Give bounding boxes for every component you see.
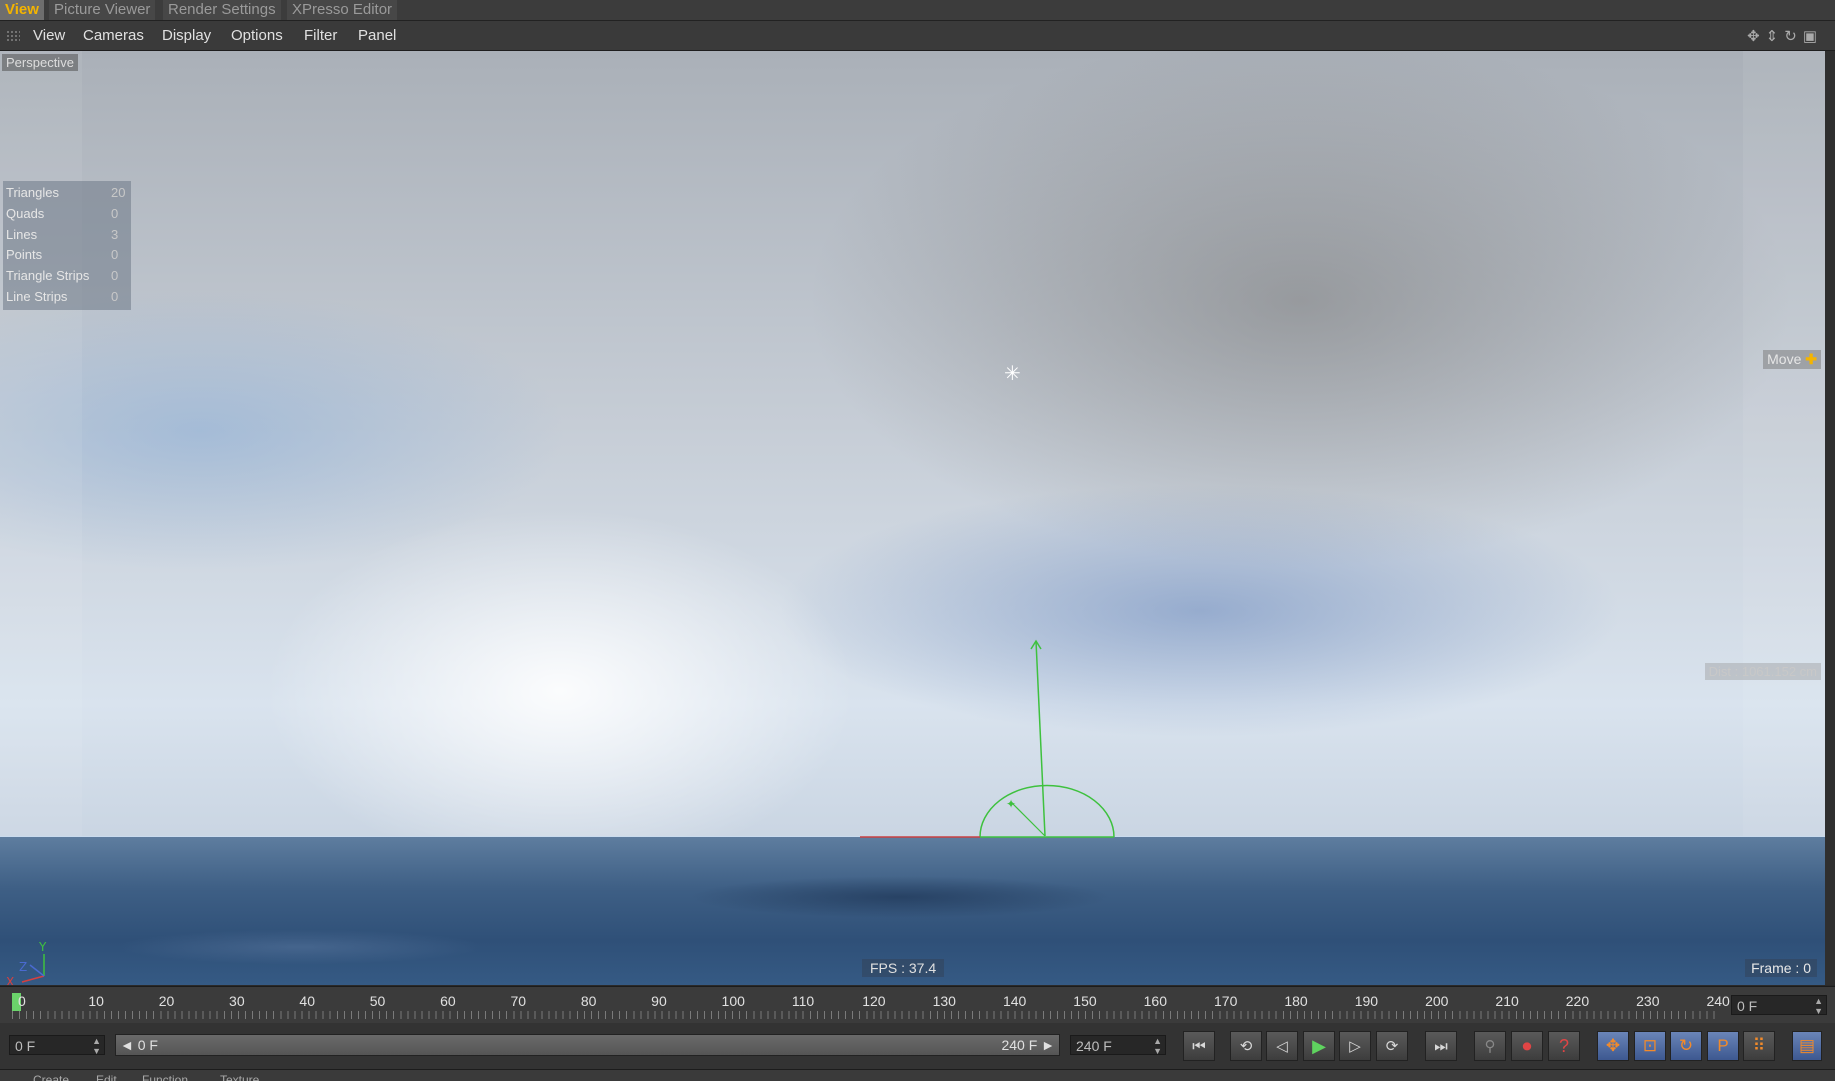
- timeline-tick-label: 140: [1002, 993, 1027, 1009]
- timeline-tick-label: 220: [1565, 993, 1590, 1009]
- timeline-tick-label: 90: [651, 993, 667, 1009]
- menu-panel[interactable]: Panel: [358, 21, 396, 50]
- timeline-tick-label: 50: [369, 993, 386, 1009]
- timeline-tick-label: 20: [158, 993, 175, 1009]
- min-frame-value: 0 F: [15, 1038, 36, 1054]
- maximize-icon[interactable]: ▣: [1803, 28, 1823, 45]
- playback-controls: 0 F ▲ ▼ ◄ 0 F 240 F ► 240 F ▲ ▼ ⏮ ⟲ ◁ ▶ ▷ …: [0, 1023, 1835, 1069]
- grip-icon[interactable]: [6, 30, 20, 42]
- menu-options[interactable]: Options: [231, 21, 283, 50]
- max-frame-field[interactable]: 240 F ▲ ▼: [1070, 1035, 1166, 1056]
- autokeying-button[interactable]: ?: [1548, 1031, 1580, 1061]
- record-rotation-button[interactable]: ↻: [1670, 1031, 1702, 1061]
- record-scale-button[interactable]: ⊡: [1634, 1031, 1666, 1061]
- move-tool-hud[interactable]: Move ✚: [1763, 350, 1821, 369]
- step-back-button[interactable]: ◁: [1266, 1031, 1298, 1061]
- timeline-tick-label: 190: [1354, 993, 1379, 1009]
- timeline-tick-label: 120: [862, 993, 886, 1009]
- timeline-ruler[interactable]: 0 10 20 30 40 50 60 70 80 90 100 110 120 130 140 150 160…: [0, 986, 1835, 1023]
- axis-indicator: Y X Z: [6, 940, 47, 985]
- timeline-tick-label: 210: [1495, 993, 1519, 1009]
- tab-xpresso-editor[interactable]: XPresso Editor: [287, 0, 398, 20]
- tab-bar: View Picture Viewer Render Settings XPre…: [0, 0, 1835, 21]
- timeline-tick-label: 100: [721, 993, 745, 1009]
- timeline-tick-label: 180: [1284, 993, 1308, 1009]
- move-view-icon[interactable]: ✥: [1747, 28, 1766, 45]
- timeline-tick-label: 30: [229, 993, 245, 1009]
- record-position-button[interactable]: ✥: [1597, 1031, 1629, 1061]
- viewport-side-strip: [1825, 51, 1835, 985]
- menu-filter[interactable]: Filter: [304, 21, 337, 50]
- spinner-icon[interactable]: ▲ ▼: [1153, 1036, 1162, 1056]
- frame-readout: Frame : 0: [1745, 959, 1817, 977]
- go-to-start-button[interactable]: ⏮: [1183, 1031, 1215, 1061]
- scene-gizmo: ✦ Y X Z: [6, 639, 1115, 985]
- spinner-icon[interactable]: ▲ ▼: [92, 1036, 101, 1056]
- rotate-view-icon[interactable]: ↻: [1784, 28, 1803, 45]
- next-key-button[interactable]: ⟳: [1376, 1031, 1408, 1061]
- max-frame-value: 240 F: [1076, 1038, 1112, 1054]
- timeline-tick-label: 10: [88, 993, 104, 1009]
- timeline-tick-label: 130: [932, 993, 956, 1009]
- move-tool-icon: ✚: [1805, 351, 1817, 367]
- axis-x-label: X: [6, 975, 14, 985]
- timeline-tick-label: 170: [1214, 993, 1238, 1009]
- range-end-label[interactable]: 240 F ►: [1001, 1035, 1055, 1055]
- tab-render-settings[interactable]: Render Settings: [163, 0, 281, 20]
- svg-text:✦: ✦: [1006, 797, 1016, 811]
- step-forward-button[interactable]: ▷: [1339, 1031, 1371, 1061]
- timeline-tick-label: 70: [510, 993, 527, 1009]
- previous-key-button[interactable]: ⟲: [1230, 1031, 1262, 1061]
- range-start-label[interactable]: ◄ 0 F: [120, 1035, 158, 1055]
- timeline-tick-label: 110: [791, 993, 815, 1009]
- ruler-ticks: [12, 1011, 1720, 1019]
- min-frame-field[interactable]: 0 F ▲ ▼: [9, 1035, 105, 1056]
- dolly-icon[interactable]: ⇕: [1766, 28, 1785, 45]
- timeline-button[interactable]: ▤: [1792, 1031, 1822, 1061]
- record-point-level-button[interactable]: ⠿: [1743, 1031, 1775, 1061]
- timeline-tick-label: 80: [580, 993, 597, 1009]
- menu-display[interactable]: Display: [162, 21, 211, 50]
- timeline-tick-label: 40: [299, 993, 315, 1009]
- timeline-tick-label: 0: [18, 993, 26, 1009]
- timeline-tick-label: 60: [440, 993, 456, 1009]
- record-parameter-button[interactable]: P: [1707, 1031, 1739, 1061]
- current-frame-field[interactable]: 0 F ▲ ▼: [1731, 995, 1827, 1016]
- axis-z-label: Z: [19, 960, 27, 974]
- light-gizmo[interactable]: ✦: [860, 639, 1115, 838]
- frame-ruler[interactable]: 0 10 20 30 40 50 60 70 80 90 100 110 120 130 140 150 160…: [12, 987, 1730, 1023]
- current-frame-value: 0 F: [1737, 998, 1758, 1014]
- menu-view[interactable]: View: [33, 21, 65, 50]
- timeline-tick-label: 150: [1073, 993, 1097, 1009]
- play-button[interactable]: ▶: [1303, 1031, 1335, 1061]
- timeline-tick-label: 240: [1706, 993, 1730, 1009]
- distance-readout: Dist : 1061.152 cm: [1704, 663, 1821, 680]
- spinner-icon[interactable]: ▲ ▼: [1814, 996, 1823, 1016]
- timeline-tick-label: 230: [1636, 993, 1660, 1009]
- viewport-menu-bar: View Cameras Display Options Filter Pane…: [0, 21, 1835, 51]
- timeline-tick-label: 200: [1425, 993, 1449, 1009]
- move-label: Move: [1767, 351, 1802, 367]
- fps-readout: FPS : 37.4: [862, 959, 945, 977]
- viewport-nav-icons: ✥⇕↻▣: [1747, 27, 1823, 45]
- axis-y-label: Y: [38, 940, 47, 954]
- go-to-end-button[interactable]: ⏭: [1425, 1031, 1457, 1061]
- material-manager-menu: Create Edit Function Texture: [0, 1069, 1835, 1081]
- timeline-tick-label: 160: [1143, 993, 1167, 1009]
- keyframe-selection-button[interactable]: ⚲: [1474, 1031, 1506, 1061]
- preview-range-slider[interactable]: ◄ 0 F 240 F ►: [115, 1034, 1060, 1056]
- tab-view[interactable]: View: [0, 0, 44, 20]
- perspective-viewport[interactable]: Perspective Triangles 20 Quads 0 Lines 3 Po…: [0, 51, 1825, 985]
- tab-picture-viewer[interactable]: Picture Viewer: [49, 0, 156, 20]
- menu-cameras[interactable]: Cameras: [83, 21, 144, 50]
- record-active-objects-button[interactable]: ⏺: [1511, 1031, 1543, 1061]
